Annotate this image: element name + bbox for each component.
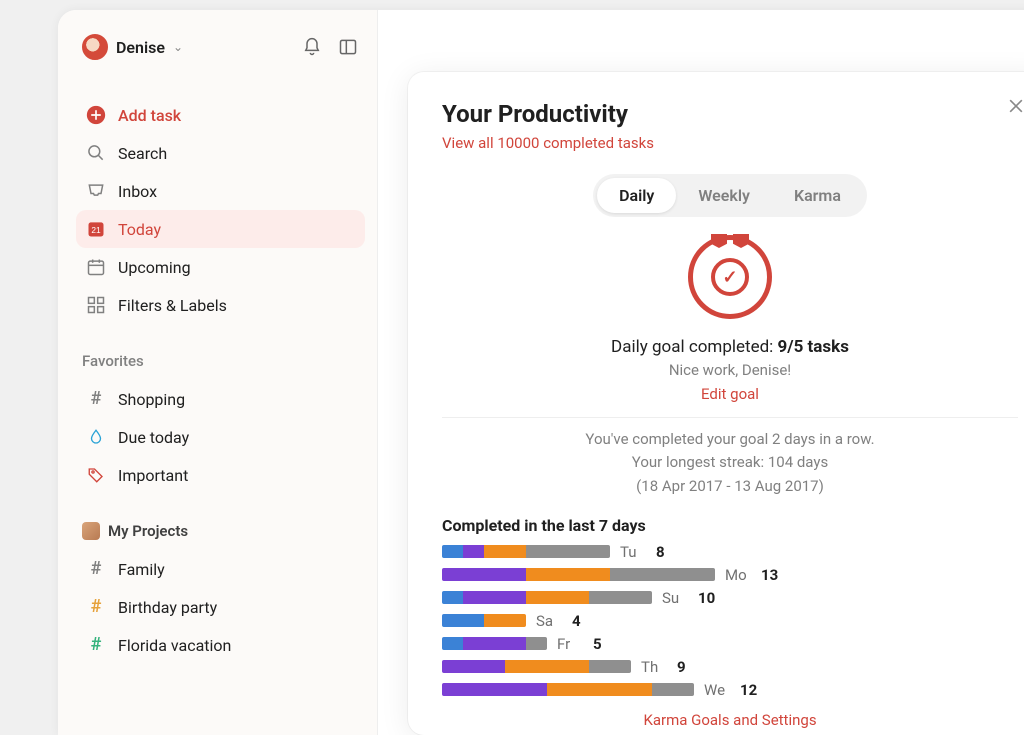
sidebar-item-search[interactable]: Search bbox=[76, 134, 365, 172]
chart-bar-row: Su 10 bbox=[442, 589, 1018, 607]
add-task-button[interactable]: Add task bbox=[76, 96, 365, 134]
main: Your Productivity View all 10000 complet… bbox=[378, 10, 1024, 735]
chart-bar-day: Sa bbox=[536, 612, 562, 630]
calendar-icon bbox=[86, 257, 106, 277]
chart-bar bbox=[442, 591, 652, 604]
chart-bar-value: 10 bbox=[698, 589, 715, 607]
sidebar-item-today[interactable]: 21 Today bbox=[76, 210, 365, 248]
chart-bar-day: Su bbox=[662, 589, 688, 607]
favorite-important[interactable]: Important bbox=[76, 456, 365, 494]
goal-status: Daily goal completed: 9/5 tasks bbox=[442, 337, 1018, 357]
modal-title: Your Productivity bbox=[442, 100, 1018, 128]
sidebar-item-label: Filters & Labels bbox=[118, 296, 227, 315]
tab-karma[interactable]: Karma bbox=[772, 178, 863, 213]
tab-segmented-control: Daily Weekly Karma bbox=[593, 174, 867, 217]
project-label: Birthday party bbox=[118, 598, 217, 617]
project-family[interactable]: # Family bbox=[76, 550, 365, 588]
sidebar-item-filters[interactable]: Filters & Labels bbox=[76, 286, 365, 324]
grid-icon bbox=[86, 295, 106, 315]
sidebar-item-label: Today bbox=[118, 220, 161, 239]
sidebar-item-upcoming[interactable]: Upcoming bbox=[76, 248, 365, 286]
view-all-link[interactable]: View all 10000 completed tasks bbox=[442, 134, 1018, 152]
today-icon: 21 bbox=[86, 219, 106, 239]
project-label: Family bbox=[118, 560, 165, 579]
streak-info: You've completed your goal 2 days in a r… bbox=[442, 428, 1018, 498]
user-menu[interactable]: Denise ⌄ bbox=[82, 34, 183, 60]
chart-bar bbox=[442, 614, 526, 627]
productivity-modal: Your Productivity View all 10000 complet… bbox=[408, 72, 1024, 735]
karma-settings-link[interactable]: Karma Goals and Settings bbox=[442, 711, 1018, 729]
chart-bar-row: Fr 5 bbox=[442, 635, 1018, 653]
svg-text:21: 21 bbox=[91, 225, 101, 235]
favorite-shopping[interactable]: # Shopping bbox=[76, 380, 365, 418]
add-task-label: Add task bbox=[118, 106, 181, 125]
chart-title: Completed in the last 7 days bbox=[442, 516, 1018, 535]
hash-icon: # bbox=[86, 597, 106, 617]
chart-bar-value: 12 bbox=[740, 681, 757, 699]
chart-bar-row: Tu 8 bbox=[442, 543, 1018, 561]
panel-icon bbox=[338, 37, 358, 57]
layout-toggle-button[interactable] bbox=[337, 36, 359, 58]
chart-bar-day: Tu bbox=[620, 543, 646, 561]
goal-encouragement: Nice work, Denise! bbox=[442, 361, 1018, 379]
hash-icon: # bbox=[86, 559, 106, 579]
chart-bar bbox=[442, 683, 694, 696]
favorite-label: Due today bbox=[118, 428, 189, 447]
tab-weekly[interactable]: Weekly bbox=[676, 178, 772, 213]
hash-icon: # bbox=[86, 389, 106, 409]
chart-bar-row: Mo 13 bbox=[442, 566, 1018, 584]
favorite-due-today[interactable]: Due today bbox=[76, 418, 365, 456]
sidebar-item-label: Search bbox=[118, 144, 167, 163]
sidebar-item-label: Upcoming bbox=[118, 258, 191, 277]
chart-bar-value: 9 bbox=[677, 658, 686, 676]
inbox-icon bbox=[86, 181, 106, 201]
project-label: Florida vacation bbox=[118, 636, 231, 655]
close-button[interactable] bbox=[1006, 96, 1024, 121]
sidebar-item-inbox[interactable]: Inbox bbox=[76, 172, 365, 210]
chart-bar bbox=[442, 568, 715, 581]
projects-heading[interactable]: My Projects bbox=[76, 518, 365, 550]
chart-bar bbox=[442, 660, 631, 673]
chart-bar-day: Mo bbox=[725, 566, 751, 584]
project-florida[interactable]: # Florida vacation bbox=[76, 626, 365, 664]
project-birthday[interactable]: # Birthday party bbox=[76, 588, 365, 626]
edit-goal-link[interactable]: Edit goal bbox=[442, 385, 1018, 403]
project-avatar-icon bbox=[82, 522, 100, 540]
sidebar-item-label: Inbox bbox=[118, 182, 157, 201]
medal-icon: ✓ bbox=[688, 235, 772, 319]
tag-icon bbox=[86, 465, 106, 485]
chart-bar-value: 5 bbox=[593, 635, 602, 653]
chart-bar bbox=[442, 637, 547, 650]
chart-bar-day: Fr bbox=[557, 635, 583, 653]
tab-daily[interactable]: Daily bbox=[597, 178, 676, 213]
favorites-heading: Favorites bbox=[76, 348, 365, 380]
chart-bar-day: We bbox=[704, 681, 730, 699]
close-icon bbox=[1006, 96, 1024, 116]
chart-bar-value: 13 bbox=[761, 566, 778, 584]
chart-bar-value: 8 bbox=[656, 543, 665, 561]
chart-bar-value: 4 bbox=[572, 612, 581, 630]
notifications-button[interactable] bbox=[301, 36, 323, 58]
chart-bar-row: Th 9 bbox=[442, 658, 1018, 676]
drop-icon bbox=[86, 427, 106, 447]
completed-chart: Tu 8 Mo 13 Su 10 Sa 4 Fr 5 Th 9 We 12 bbox=[442, 543, 1018, 699]
bell-icon bbox=[302, 37, 322, 57]
plus-icon bbox=[86, 105, 106, 125]
user-name: Denise bbox=[116, 38, 165, 57]
chevron-down-icon: ⌄ bbox=[173, 40, 183, 54]
avatar bbox=[82, 34, 108, 60]
search-icon bbox=[86, 143, 106, 163]
chart-bar-row: We 12 bbox=[442, 681, 1018, 699]
chart-bar-row: Sa 4 bbox=[442, 612, 1018, 630]
sidebar: Denise ⌄ Add task bbox=[58, 10, 378, 735]
favorite-label: Important bbox=[118, 466, 188, 485]
chart-bar-day: Th bbox=[641, 658, 667, 676]
favorite-label: Shopping bbox=[118, 390, 185, 409]
hash-icon: # bbox=[86, 635, 106, 655]
chart-bar bbox=[442, 545, 610, 558]
